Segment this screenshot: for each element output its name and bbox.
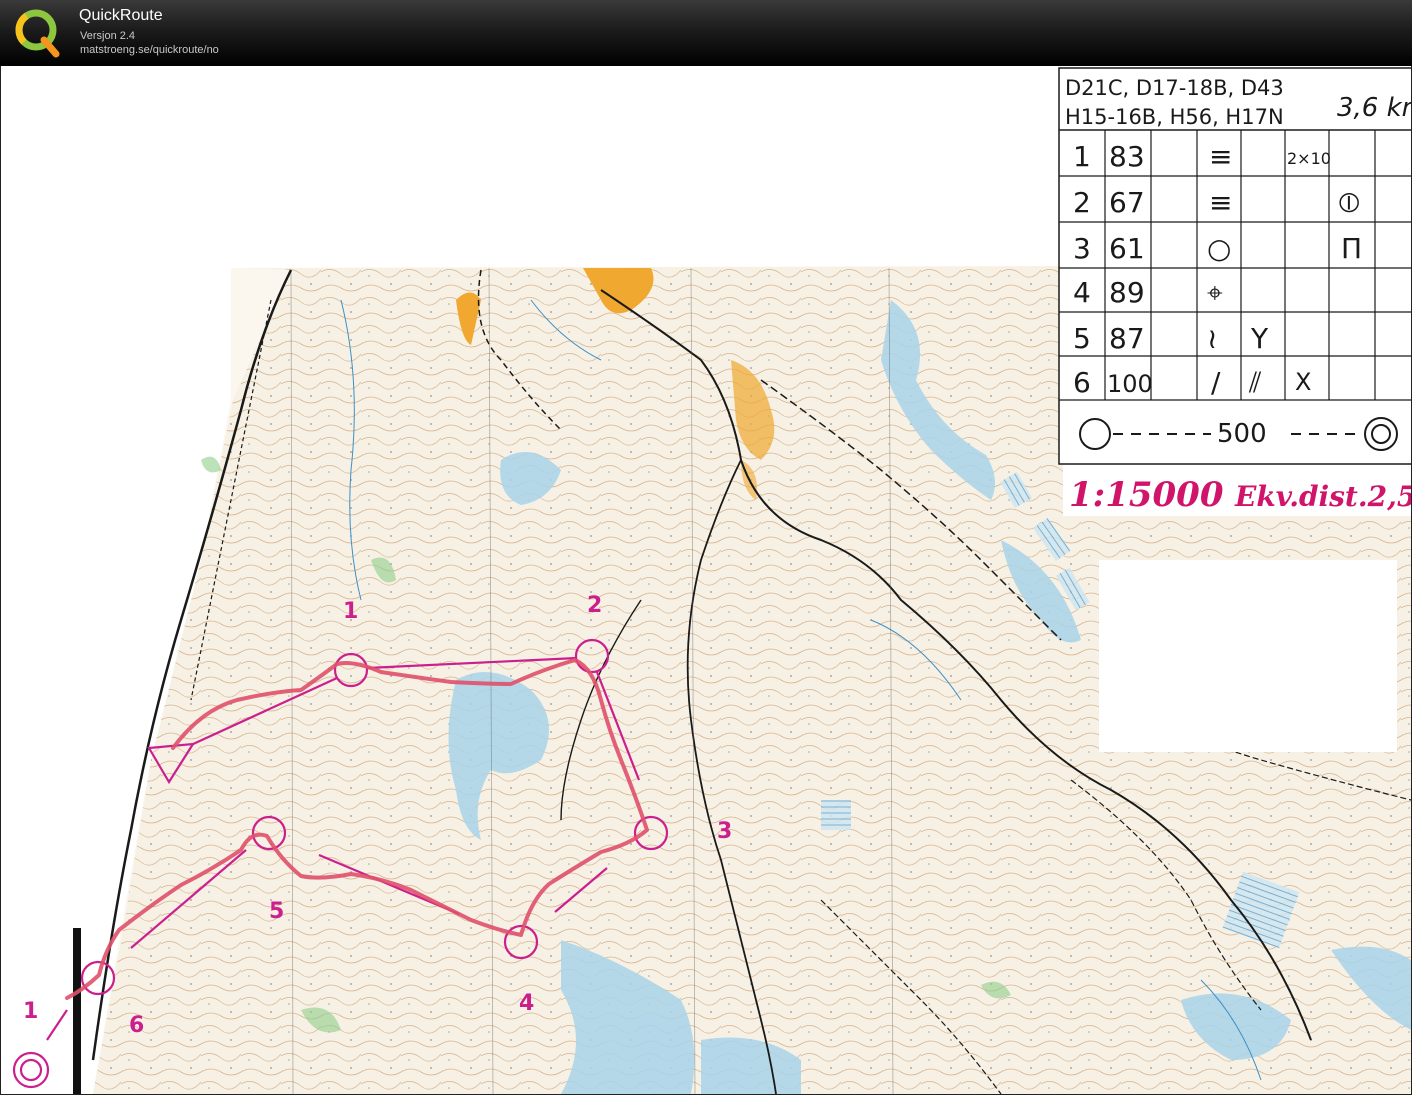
row-1-number: 1	[1073, 140, 1091, 173]
row-3-code: 61	[1109, 232, 1145, 265]
control-label-1: 1	[343, 599, 358, 624]
row-4-feature-symbol: ⌖	[1207, 276, 1223, 309]
control-label-6: 6	[129, 1013, 144, 1038]
row-5-detail-symbol: Y	[1250, 322, 1269, 355]
map-viewport[interactable]: D21C, D17-18B, D43 H15-16B, H56, H17N 3,…	[0, 66, 1412, 1095]
row-5-number: 5	[1073, 322, 1091, 355]
row-3-location-symbol: Π	[1341, 232, 1362, 265]
row-5-code: 87	[1109, 322, 1145, 355]
row-4-number: 4	[1073, 276, 1091, 309]
map-border-bar	[73, 928, 81, 1094]
contour-interval: Ekv.dist.2,5m	[1234, 480, 1411, 513]
control-label-4: 4	[519, 991, 534, 1016]
orienteering-map[interactable]: D21C, D17-18B, D43 H15-16B, H56, H17N 3,…	[1, 66, 1411, 1094]
title-bar: QuickRoute Versjon 2.4 matstroeng.se/qui…	[0, 0, 1412, 66]
control-label-2: 2	[587, 593, 602, 618]
row-1-code: 83	[1109, 140, 1145, 173]
course-classes-line2: H15-16B, H56, H17N	[1065, 105, 1284, 129]
finish-inner-circle-icon	[19, 1058, 43, 1082]
blank-area	[1099, 560, 1397, 752]
row-6-appearance-symbol: X	[1295, 368, 1311, 396]
course-length: 3,6 km	[1337, 93, 1411, 123]
row-2-code: 67	[1109, 186, 1145, 219]
app-version: Versjon 2.4	[80, 30, 136, 42]
control-label-5: 5	[269, 899, 284, 924]
quickroute-logo-icon	[15, 9, 60, 58]
row-3-number: 3	[1073, 232, 1091, 265]
app-title: QuickRoute	[79, 7, 163, 24]
row-6-detail-symbol: ⫽	[1248, 366, 1262, 399]
row-6-feature-symbol: /	[1211, 366, 1221, 399]
row-5-feature-symbol: ≀	[1207, 322, 1218, 355]
finish-distance: 500	[1217, 419, 1267, 449]
row-1-feature-symbol: ≡	[1209, 140, 1232, 173]
map-scale: 1:15000	[1069, 475, 1224, 515]
course-card: D21C, D17-18B, D43 H15-16B, H56, H17N 3,…	[1058, 67, 1411, 465]
row-4-code: 89	[1109, 276, 1145, 309]
row-1-dimension: 2×10	[1287, 149, 1331, 168]
row-2-location-symbol: ⦶	[1339, 186, 1359, 219]
row-2-feature-symbol: ≡	[1209, 186, 1232, 219]
course-classes-line1: D21C, D17-18B, D43	[1065, 76, 1284, 100]
row-6-code: 100	[1107, 370, 1153, 398]
row-2-number: 2	[1073, 186, 1091, 219]
finish-outer-circle-icon	[12, 1051, 50, 1089]
row-6-number: 6	[1073, 366, 1091, 399]
control-label-3: 3	[717, 819, 732, 844]
row-3-feature-symbol: ○	[1207, 232, 1231, 265]
app-url[interactable]: matstroeng.se/quickroute/no	[80, 44, 219, 56]
control-label-finish-1: 1	[23, 999, 38, 1024]
